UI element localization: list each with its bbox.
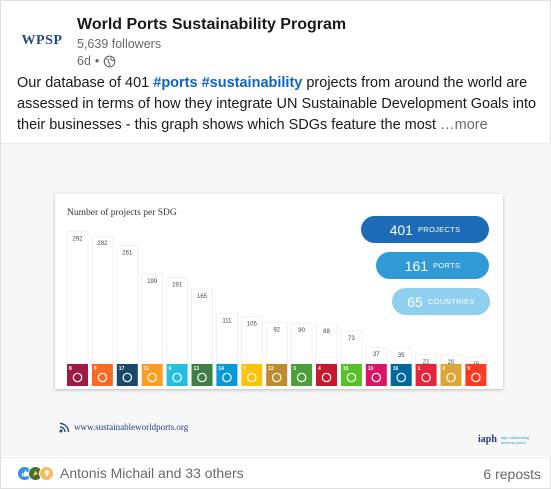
sdg-goal-number: 3 (293, 366, 296, 372)
bar-value-label: 165 (197, 294, 208, 300)
company-logo[interactable]: WPSP (17, 23, 67, 59)
rss-icon (59, 422, 70, 433)
iaph-tagline: iaph celebrating seventy years (500, 434, 530, 445)
sdg-goal-number: 7 (243, 366, 246, 372)
stat-label: PORTS (433, 261, 461, 270)
reactions-summary[interactable]: Antonis Michail and 33 others (17, 465, 244, 481)
chart-bar (116, 245, 139, 365)
chart-bar (141, 273, 164, 365)
author-block: World Ports Sustainability Program 5,639… (77, 15, 346, 70)
site-credit: www.sustainableworldports.org (59, 421, 188, 433)
follower-count: 5,639 followers (77, 37, 162, 51)
stat-value: 161 (404, 257, 429, 274)
iaph-logo-text: iaph (478, 434, 497, 445)
bar-value-label: 37 (373, 352, 380, 358)
sdg-goal-number: 10 (368, 366, 374, 372)
social-counts: Antonis Michail and 33 others 6 reposts (1, 457, 551, 489)
sdg-goal-number: 16 (393, 366, 399, 372)
bar-value-label: 282 (97, 241, 108, 247)
bar-value-label: 88 (323, 329, 330, 335)
hashtag-link[interactable]: #sustainability (202, 75, 303, 91)
chart-bar (66, 231, 89, 365)
stat-pill-ports: 161 PORTS (376, 252, 489, 279)
stat-value: 65 (407, 293, 423, 310)
feed-post: WPSP World Ports Sustainability Program … (0, 0, 551, 489)
sdg-goal-number: 11 (144, 366, 150, 372)
sdg-goal-number: 1 (418, 366, 421, 372)
site-url: www.sustainableworldports.org (74, 422, 189, 432)
bar-value-label: 105 (247, 321, 258, 327)
chart-bar (91, 235, 114, 365)
post-meta: 6d • (77, 53, 346, 70)
meta-separator: • (94, 54, 100, 68)
sdg-goal-number: 15 (343, 366, 349, 372)
bar-value-label: 199 (147, 279, 158, 285)
post-image[interactable]: Number of projects per SDG 292 8 282 9 261 17… (1, 144, 551, 456)
bar-value-label: 35 (398, 353, 405, 359)
sdg-goal-number: 8 (69, 366, 72, 372)
insightful-icon (39, 465, 54, 481)
chart-bar (191, 288, 213, 365)
bar-value-label: 90 (298, 328, 305, 334)
sdg-goal-number: 13 (194, 366, 200, 372)
author-name[interactable]: World Ports Sustainability Program (77, 15, 346, 35)
sdg-goal-number: 6 (169, 366, 172, 372)
bar-value-label: 73 (348, 336, 355, 342)
globe-icon (103, 55, 116, 68)
stat-label: COUNTRIES (427, 297, 475, 306)
post-header: WPSP World Ports Sustainability Program … (17, 15, 537, 70)
sdg-goal-number: 2 (443, 366, 446, 372)
sdg-goal-number: 14 (218, 366, 224, 372)
sdg-goal-number: 17 (119, 366, 125, 372)
bar-value-label: 191 (172, 282, 183, 288)
stat-value: 401 (389, 221, 413, 238)
stat-pill-projects: 401 PROJECTS (361, 216, 489, 243)
chart-bar (166, 277, 188, 365)
see-more-button[interactable]: …more (440, 117, 488, 133)
bar-value-label: 111 (222, 319, 232, 325)
post-text-part: Our database of 401 (17, 75, 154, 91)
stat-pill-countries: 65 COUNTRIES (392, 288, 490, 315)
partner-logo: iaph iaph celebrating seventy years (478, 434, 531, 445)
sdg-goal-number: 4 (318, 366, 321, 372)
chart-card: Number of projects per SDG 292 8 282 9 261 17… (55, 194, 503, 389)
bar-value-label: 92 (273, 327, 280, 333)
reactors-text[interactable]: Antonis Michail and 33 others (60, 465, 244, 481)
sdg-goal-number: 12 (268, 366, 274, 372)
bar-value-label: 292 (72, 237, 83, 243)
hashtag-link[interactable]: #ports (153, 75, 197, 91)
reposts-count[interactable]: 6 reposts (483, 466, 541, 482)
post-text: Our database of 401 #ports #sustainabili… (17, 73, 539, 136)
sdg-goal-number: 5 (467, 366, 470, 372)
bar-value-label: 261 (122, 251, 133, 257)
post-time: 6d (77, 54, 91, 68)
sdg-goal-number: 9 (94, 366, 97, 372)
stat-label: PROJECTS (417, 225, 461, 234)
company-logo-text: WPSP (21, 33, 63, 48)
